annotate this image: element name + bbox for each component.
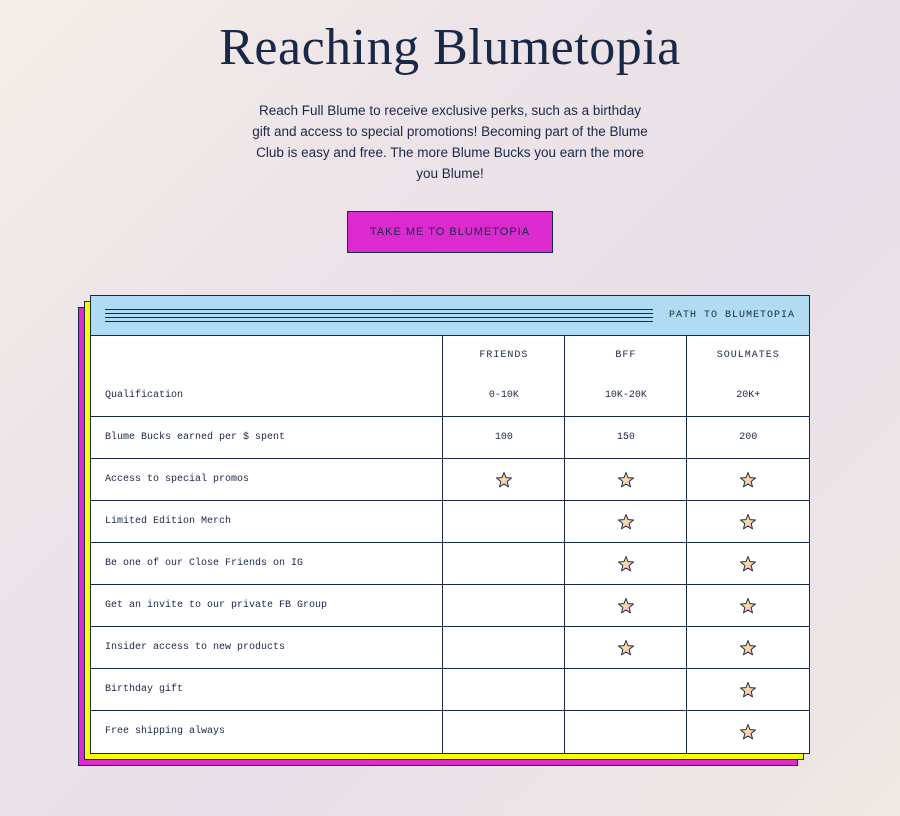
row-cell <box>443 585 565 627</box>
star-icon <box>617 597 635 615</box>
table-row: Blume Bucks earned per $ spent100150200 <box>91 417 809 459</box>
star-icon <box>617 639 635 657</box>
row-cell: 20K+ <box>687 375 809 417</box>
row-cell: 150 <box>565 417 687 459</box>
row-cell <box>443 711 565 753</box>
table-row: Limited Edition Merch <box>91 501 809 543</box>
star-icon <box>617 555 635 573</box>
row-cell <box>687 585 809 627</box>
table-row: Insider access to new products <box>91 627 809 669</box>
table-row: Qualification0-10K10K-20K20K+ <box>91 375 809 417</box>
row-label: Blume Bucks earned per $ spent <box>91 417 443 459</box>
star-icon <box>739 471 757 489</box>
star-icon <box>739 681 757 699</box>
star-icon <box>739 513 757 531</box>
row-label: Birthday gift <box>91 669 443 711</box>
cta-button[interactable]: TAKE ME TO BLUMETOPIA <box>347 211 553 253</box>
row-cell <box>565 501 687 543</box>
table-header-row: FRIENDS BFF SOULMATES <box>91 336 809 375</box>
tier-table: FRIENDS BFF SOULMATES Qualification0-10K… <box>91 336 809 753</box>
row-cell <box>565 627 687 669</box>
row-cell <box>687 543 809 585</box>
row-cell <box>443 459 565 501</box>
header-lines <box>105 306 653 325</box>
star-icon <box>617 513 635 531</box>
row-cell <box>565 459 687 501</box>
row-cell <box>687 501 809 543</box>
row-cell <box>687 711 809 753</box>
hero-section: Reaching Blumetopia Reach Full Blume to … <box>0 0 900 253</box>
col-empty <box>91 336 443 375</box>
row-cell <box>565 543 687 585</box>
row-cell: 0-10K <box>443 375 565 417</box>
row-label: Insider access to new products <box>91 627 443 669</box>
tier-table-card: PATH TO BLUMETOPIA FRIENDS BFF SOULMATES… <box>90 295 810 754</box>
card-main: PATH TO BLUMETOPIA FRIENDS BFF SOULMATES… <box>90 295 810 754</box>
row-cell <box>687 459 809 501</box>
row-label: Limited Edition Merch <box>91 501 443 543</box>
star-icon <box>495 471 513 489</box>
row-cell <box>443 627 565 669</box>
row-cell <box>565 585 687 627</box>
table-row: Be one of our Close Friends on IG <box>91 543 809 585</box>
header-label: PATH TO BLUMETOPIA <box>669 310 795 321</box>
col-friends: FRIENDS <box>443 336 565 375</box>
col-bff: BFF <box>565 336 687 375</box>
page-subtitle: Reach Full Blume to receive exclusive pe… <box>250 101 650 185</box>
row-cell <box>687 669 809 711</box>
row-cell <box>443 543 565 585</box>
row-label: Free shipping always <box>91 711 443 753</box>
row-label: Get an invite to our private FB Group <box>91 585 443 627</box>
table-row: Free shipping always <box>91 711 809 753</box>
star-icon <box>617 471 635 489</box>
row-cell <box>565 669 687 711</box>
row-cell: 100 <box>443 417 565 459</box>
row-label: Be one of our Close Friends on IG <box>91 543 443 585</box>
star-icon <box>739 555 757 573</box>
table-row: Access to special promos <box>91 459 809 501</box>
table-row: Get an invite to our private FB Group <box>91 585 809 627</box>
star-icon <box>739 597 757 615</box>
col-soulmates: SOULMATES <box>687 336 809 375</box>
card-header: PATH TO BLUMETOPIA <box>91 296 809 336</box>
row-cell <box>443 669 565 711</box>
row-cell: 200 <box>687 417 809 459</box>
row-cell <box>565 711 687 753</box>
star-icon <box>739 639 757 657</box>
table-row: Birthday gift <box>91 669 809 711</box>
star-icon <box>739 723 757 741</box>
row-cell: 10K-20K <box>565 375 687 417</box>
row-cell <box>687 627 809 669</box>
page-title: Reaching Blumetopia <box>0 18 900 77</box>
row-cell <box>443 501 565 543</box>
row-label: Access to special promos <box>91 459 443 501</box>
row-label: Qualification <box>91 375 443 417</box>
